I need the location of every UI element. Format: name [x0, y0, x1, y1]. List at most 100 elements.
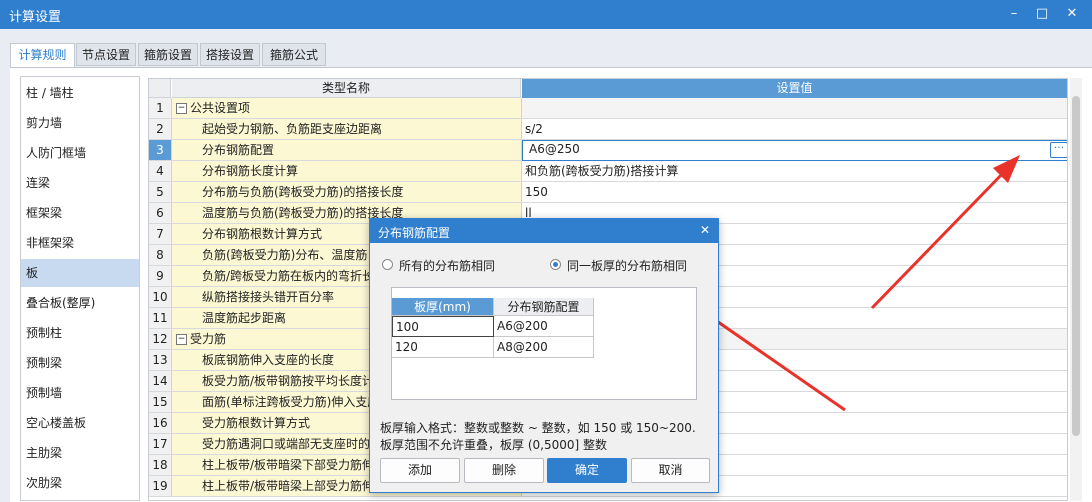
setting-value[interactable]: 150: [522, 182, 1067, 202]
setting-label: 受力筋遇洞口或端部无支座时的: [202, 437, 371, 451]
setting-label: 分布筋与负筋(跨板受力筋)的搭接长度: [202, 185, 404, 199]
column-header-thickness[interactable]: 板厚(mm): [392, 298, 494, 316]
component-sidebar: 柱 / 墙柱 剪力墙 人防门框墙 连梁 框架梁 非框架梁 板 叠合板(整厚) 预…: [20, 76, 140, 501]
sidebar-item-civil-defense-door[interactable]: 人防门框墙: [21, 139, 139, 167]
distribution-rebar-dialog: 分布钢筋配置 ✕ 所有的分布筋相同 同一板厚的分布筋相同 板厚(mm) 分布钢筋…: [369, 218, 719, 493]
group-label: 公共设置项: [190, 101, 251, 115]
setting-label: 温度筋起步距离: [202, 311, 287, 325]
cell-config-2[interactable]: A8@200: [494, 337, 594, 358]
tab-node-settings[interactable]: 节点设置: [76, 43, 136, 66]
tab-stirrup-settings[interactable]: 箍筋设置: [138, 43, 198, 66]
cell-config-1[interactable]: A6@200: [494, 316, 594, 337]
row-number: 1: [149, 98, 172, 118]
grid-scrollbar[interactable]: [1070, 78, 1082, 501]
sidebar-item-non-frame-beam[interactable]: 非框架梁: [21, 229, 139, 257]
minimize-icon[interactable]: –: [1003, 3, 1025, 25]
radio-all-same-label[interactable]: 所有的分布筋相同: [399, 257, 495, 274]
title-bar: 计算设置 – □ ✕: [0, 0, 1092, 29]
add-button[interactable]: 添加: [380, 458, 460, 483]
sidebar-item-slab[interactable]: 板: [21, 259, 139, 287]
row-number: 3: [149, 140, 172, 160]
sidebar-item-precast-wall[interactable]: 预制墙: [21, 379, 139, 407]
row-number: 8: [149, 245, 172, 265]
setting-value[interactable]: [522, 98, 1067, 118]
setting-label: 分布钢筋根数计算方式: [202, 227, 323, 241]
setting-label: 负筋(跨板受力筋)分布、温度筋: [202, 248, 368, 262]
sidebar-item-precast-column[interactable]: 预制柱: [21, 319, 139, 347]
column-header-config[interactable]: 分布钢筋配置: [494, 298, 594, 316]
row-number: 12: [149, 329, 172, 349]
row-number: 2: [149, 119, 172, 139]
sidebar-item-main-rib-beam[interactable]: 主肋梁: [21, 439, 139, 467]
setting-name: 起始受力钢筋、负筋距支座边距离: [172, 119, 522, 139]
tab-lap-settings[interactable]: 搭接设置: [200, 43, 260, 66]
sidebar-item-precast-beam[interactable]: 预制梁: [21, 349, 139, 377]
dialog-title-bar: 分布钢筋配置 ✕: [370, 219, 718, 243]
setting-value[interactable]: A6@250 ···: [522, 140, 1067, 161]
dialog-close-icon[interactable]: ✕: [700, 223, 710, 237]
setting-label: 负筋/跨板受力筋在板内的弯折长度: [202, 269, 387, 283]
sidebar-item-composite-slab[interactable]: 叠合板(整厚): [21, 289, 139, 317]
tab-calc-rules[interactable]: 计算规则: [10, 43, 75, 68]
table-row[interactable]: 5 分布筋与负筋(跨板受力筋)的搭接长度 150: [149, 182, 1067, 203]
collapse-icon[interactable]: −: [176, 334, 187, 345]
cancel-button[interactable]: 取消: [631, 458, 710, 483]
close-icon[interactable]: ✕: [1061, 3, 1083, 25]
row-number: 19: [149, 476, 172, 496]
dialog-title: 分布钢筋配置: [378, 226, 451, 240]
row-number: 7: [149, 224, 172, 244]
sidebar-item-secondary-rib-beam[interactable]: 次肋梁: [21, 469, 139, 497]
group-row[interactable]: 1− 公共设置项: [149, 98, 1067, 119]
window-title: 计算设置: [9, 10, 62, 25]
hint-range: 板厚范围不允许重叠，板厚 (0,5000] 整数: [380, 438, 607, 452]
table-row[interactable]: 3 分布钢筋配置 A6@250 ···: [149, 140, 1067, 161]
table-row[interactable]: 4 分布钢筋长度计算 和负筋(跨板受力筋)搭接计算: [149, 161, 1067, 182]
setting-name: 分布钢筋配置: [172, 140, 522, 160]
setting-label: 柱上板带/板带暗梁上部受力筋伸: [202, 479, 375, 493]
radio-same-thickness[interactable]: [550, 259, 561, 270]
column-header-name[interactable]: 类型名称: [172, 79, 521, 98]
setting-label: 起始受力钢筋、负筋距支座边距离: [202, 122, 383, 136]
setting-label: 受力筋根数计算方式: [202, 416, 311, 430]
group-label: 受力筋: [190, 332, 227, 346]
row-number: 16: [149, 413, 172, 433]
row-number: 6: [149, 203, 172, 223]
scrollbar-thumb[interactable]: [1072, 96, 1080, 436]
hint-format: 板厚输入格式：整数或整数 ~ 整数，如 150 或 150~200.: [380, 421, 696, 435]
sidebar-item-hollow-slab[interactable]: 空心楼盖板: [21, 409, 139, 437]
setting-value[interactable]: s/2: [522, 119, 1067, 139]
setting-label: 纵筋搭接接头错开百分率: [202, 290, 335, 304]
delete-button[interactable]: 删除: [464, 458, 544, 483]
table-row[interactable]: 2 起始受力钢筋、负筋距支座边距离 s/2: [149, 119, 1067, 140]
cell-thickness-1[interactable]: 100: [392, 316, 494, 337]
tab-stirrup-formula[interactable]: 箍筋公式: [262, 43, 326, 66]
setting-name: 分布钢筋长度计算: [172, 161, 522, 181]
value-editor[interactable]: A6@250: [529, 141, 580, 158]
row-number: 9: [149, 266, 172, 286]
sidebar-item-shear-wall[interactable]: 剪力墙: [21, 109, 139, 137]
setting-label: 柱上板带/板带暗梁下部受力筋伸: [202, 458, 375, 472]
ellipsis-button[interactable]: ···: [1050, 142, 1067, 158]
grid-corner: [149, 79, 171, 98]
setting-label: 板底钢筋伸入支座的长度: [202, 353, 335, 367]
ok-button[interactable]: 确定: [547, 458, 627, 483]
row-number: 17: [149, 434, 172, 454]
setting-label: 分布钢筋配置: [202, 143, 275, 157]
cell-thickness-2[interactable]: 120: [392, 337, 494, 358]
radio-all-same[interactable]: [382, 259, 393, 270]
row-number: 13: [149, 350, 172, 370]
setting-value[interactable]: 和负筋(跨板受力筋)搭接计算: [522, 161, 1067, 181]
sidebar-item-coupling-beam[interactable]: 连梁: [21, 169, 139, 197]
sidebar-item-column[interactable]: 柱 / 墙柱: [21, 79, 139, 107]
row-number: 11: [149, 308, 172, 328]
setting-name: 分布筋与负筋(跨板受力筋)的搭接长度: [172, 182, 522, 202]
sidebar-item-frame-beam[interactable]: 框架梁: [21, 199, 139, 227]
radio-same-thickness-label[interactable]: 同一板厚的分布筋相同: [567, 257, 687, 274]
setting-label: 板受力筋/板带钢筋按平均长度计: [202, 374, 375, 388]
row-number: 4: [149, 161, 172, 181]
column-header-value[interactable]: 设置值: [522, 79, 1067, 98]
collapse-icon[interactable]: −: [176, 103, 187, 114]
row-number: 15: [149, 392, 172, 412]
row-number: 18: [149, 455, 172, 475]
maximize-icon[interactable]: □: [1031, 3, 1053, 25]
